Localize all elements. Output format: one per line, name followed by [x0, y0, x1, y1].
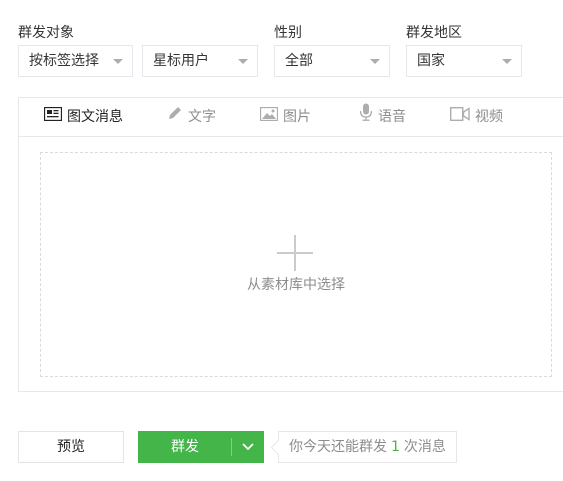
tag-select[interactable]: 按标签选择 [18, 45, 133, 77]
plus-icon [277, 235, 313, 271]
message-type-tabs: 图文消息 文字 图片 语音 视频 [19, 98, 563, 137]
gender-select[interactable]: 全部 [274, 45, 390, 77]
region-select-value: 国家 [417, 53, 445, 69]
region-label: 群发地区 [406, 25, 462, 41]
tab-video[interactable]: 视频 [449, 98, 503, 136]
dropdown-caret-icon [113, 59, 123, 64]
tab-text[interactable]: 文字 [167, 98, 216, 136]
dropdown-caret-icon [370, 59, 380, 64]
tab-video-label: 视频 [475, 109, 503, 125]
tab-text-label: 文字 [188, 109, 216, 125]
tab-voice-label: 语音 [378, 109, 406, 125]
send-options-dropdown[interactable] [232, 432, 264, 462]
gender-label: 性别 [274, 25, 302, 41]
chevron-down-icon [242, 443, 254, 451]
tab-news[interactable]: 图文消息 [43, 98, 123, 136]
send-quota-tip: 你今天还能群发 1 次消息 [278, 431, 457, 463]
region-select[interactable]: 国家 [406, 45, 522, 77]
microphone-icon [359, 98, 373, 136]
quota-prefix: 你今天还能群发 [289, 439, 387, 455]
user-group-select[interactable]: 星标用户 [142, 45, 258, 77]
image-icon [259, 98, 279, 136]
select-from-library-area[interactable]: 从素材库中选择 [40, 152, 552, 377]
send-button[interactable]: 群发 [139, 432, 231, 462]
quota-suffix: 次消息 [403, 439, 446, 455]
tab-voice[interactable]: 语音 [359, 98, 406, 136]
gender-select-value: 全部 [285, 53, 313, 69]
tag-select-value: 按标签选择 [29, 53, 99, 69]
select-from-library-label: 从素材库中选择 [247, 277, 345, 293]
user-group-select-value: 星标用户 [153, 53, 209, 69]
tab-image[interactable]: 图片 [259, 98, 311, 136]
dropdown-caret-icon [238, 59, 248, 64]
video-icon [449, 98, 470, 136]
target-label: 群发对象 [18, 25, 74, 41]
message-editor-panel: 图文消息 文字 图片 语音 视频 从素材库中选择 [18, 97, 563, 392]
quota-count: 1 [391, 439, 400, 455]
pencil-icon [167, 98, 183, 136]
news-icon [43, 98, 63, 136]
dropdown-caret-icon [502, 59, 512, 64]
tab-image-label: 图片 [283, 109, 311, 125]
preview-button[interactable]: 预览 [18, 431, 124, 463]
tab-news-label: 图文消息 [67, 109, 123, 125]
send-button-group: 群发 [138, 431, 264, 463]
